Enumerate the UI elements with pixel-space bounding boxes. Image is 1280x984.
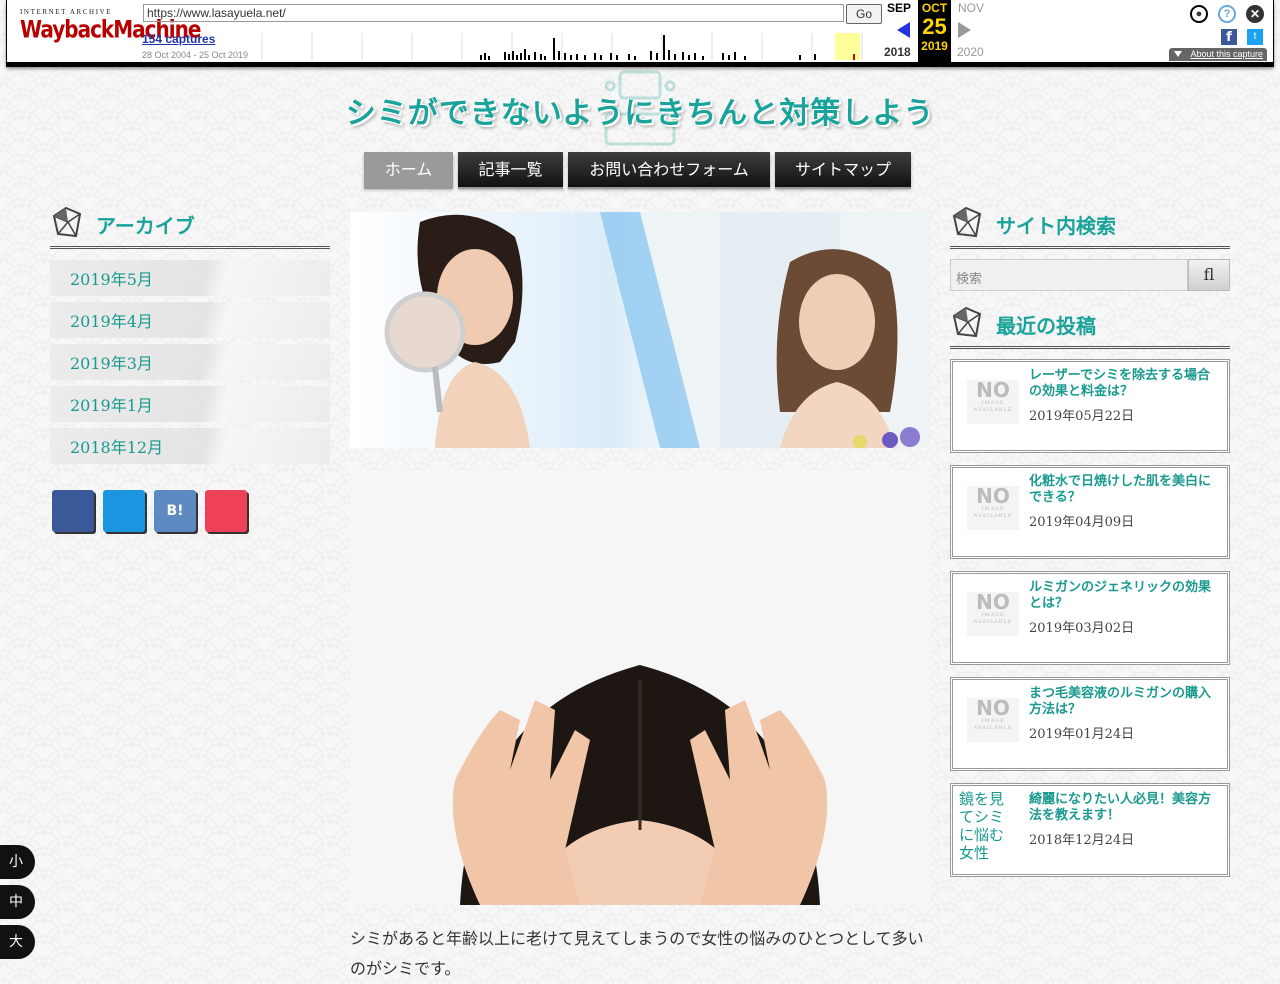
archive-item-label[interactable]: 2019年4月 <box>70 308 153 332</box>
archive-item-label[interactable]: 2019年1月 <box>70 392 153 416</box>
search-widget-heading: サイト内検索 <box>950 206 1230 249</box>
search-heading-text: サイト内検索 <box>996 214 1116 238</box>
user-icon[interactable]: ● <box>1190 5 1208 23</box>
wayback-prev-year[interactable]: 2018 <box>884 45 911 59</box>
wayback-sparkline[interactable] <box>254 33 882 60</box>
nav-article-list[interactable]: 記事一覧 <box>458 152 563 187</box>
gem-icon <box>952 306 982 338</box>
archive-item-label[interactable]: 2019年3月 <box>70 350 153 374</box>
wayback-go-button[interactable]: Go <box>846 4 882 24</box>
close-icon[interactable]: ✕ <box>1246 5 1264 23</box>
wayback-current-month: OCT <box>921 1 948 15</box>
archive-item-label[interactable]: 2018年12月 <box>70 434 163 458</box>
recent-post-date: 2019年03月02日 <box>1029 617 1134 636</box>
no-image-small: IMAGE AVAILABLE <box>973 400 1013 413</box>
recent-post-title[interactable]: レーザーでシミを除去する場合の効果と料金は？ <box>1029 368 1221 400</box>
nav-home[interactable]: ホーム <box>364 152 453 187</box>
font-size-small-button[interactable]: 小 <box>0 845 35 879</box>
no-image-big: NO <box>976 696 1010 720</box>
share-twitter-button[interactable] <box>103 490 145 532</box>
wayback-current-day: 25 <box>922 14 947 39</box>
wayback-logo[interactable]: INTERNET ARCHIVE WaybackMachine <box>20 8 201 50</box>
recent-post-title[interactable]: 化粧水で日焼けした肌を美白にできる？ <box>1029 474 1221 506</box>
recent-post[interactable]: NO IMAGE AVAILABLE ルミガンのジェネリックの効果とは？ 201… <box>950 571 1230 665</box>
recent-post-date: 2019年01月24日 <box>1029 723 1134 742</box>
wayback-prev-arrow-icon[interactable] <box>897 22 910 38</box>
hatena-icon: B! <box>166 503 184 519</box>
recent-post-title[interactable]: まつ毛美容液のルミガンの購入方法は？ <box>1029 686 1221 718</box>
site-title[interactable]: シミができないようにきちんと対策しよう <box>340 88 940 132</box>
recent-widget-heading: 最近の投稿 <box>950 306 1230 349</box>
archive-item[interactable]: 2018年12月 <box>50 428 330 464</box>
recent-post-title[interactable]: ルミガンのジェネリックの効果とは？ <box>1029 580 1221 612</box>
archive-item-label[interactable]: 2019年5月 <box>70 266 153 290</box>
facebook-icon[interactable]: f <box>1221 29 1237 45</box>
recent-post-title[interactable]: 綺麗になりたい人必見！美容方法を教えます！ <box>1029 792 1221 824</box>
search-input[interactable]: 検索 <box>950 259 1188 291</box>
share-hatena-button[interactable]: B! <box>154 490 196 532</box>
date-text: 2019年03月02日 <box>1029 621 1135 636</box>
recent-post-date: 2018年12月24日 <box>1029 829 1134 848</box>
archive-item[interactable]: 2019年4月 <box>50 302 330 338</box>
recent-heading-text: 最近の投稿 <box>996 314 1096 338</box>
wayback-capture-range: 28 Oct 2004 - 25 Oct 2019 <box>142 50 249 60</box>
wayback-logo-main: WaybackMachine <box>20 14 201 44</box>
wayback-current-date: OCT 25 2019 <box>918 0 951 62</box>
no-image-small: IMAGE AVAILABLE <box>973 718 1013 731</box>
archive-item[interactable]: 2019年5月 <box>50 260 330 296</box>
post-thumbnail-alt-text[interactable]: 鏡を見てシミに悩む女性 <box>959 790 1015 862</box>
recent-post-date: 2019年04月09日 <box>1029 511 1134 530</box>
no-image-big: NO <box>976 590 1010 614</box>
recent-post[interactable]: NO IMAGE AVAILABLE レーザーでシミを除去する場合の効果と料金は… <box>950 359 1230 453</box>
no-image-thumbnail[interactable]: NO IMAGE AVAILABLE <box>967 592 1019 636</box>
wayback-url-input[interactable]: https://www.lasayuela.net/ <box>143 4 844 22</box>
no-image-small: IMAGE AVAILABLE <box>973 612 1013 625</box>
no-image-thumbnail[interactable]: NO IMAGE AVAILABLE <box>967 486 1019 530</box>
font-size-large-button[interactable]: 大 <box>0 925 35 959</box>
date-text: 2018年12月24日 <box>1029 833 1135 848</box>
wayback-current-year: 2019 <box>921 39 948 53</box>
article-intro-text: シミがあると年齢以上に老けて見えてしまうので女性の悩みのひとつとして多いのがシミ… <box>350 929 924 978</box>
share-facebook-button[interactable] <box>52 490 94 532</box>
archive-widget-heading: アーカイブ <box>50 206 330 249</box>
no-image-thumbnail[interactable]: NO IMAGE AVAILABLE <box>967 698 1019 742</box>
no-image-small: IMAGE AVAILABLE <box>973 506 1013 519</box>
wayback-next-arrow-icon <box>958 22 971 38</box>
font-size-medium-button[interactable]: 中 <box>0 885 35 919</box>
nav-contact-form[interactable]: お問い合わせフォーム <box>568 152 770 187</box>
recent-post[interactable]: NO IMAGE AVAILABLE まつ毛美容液のルミガンの購入方法は？ 20… <box>950 677 1230 771</box>
no-image-big: NO <box>976 378 1010 402</box>
gem-icon <box>952 206 982 238</box>
archive-heading-text: アーカイブ <box>96 214 195 238</box>
date-text: 2019年01月24日 <box>1029 727 1135 742</box>
date-text: 2019年04月09日 <box>1029 515 1135 530</box>
about-capture-button[interactable]: About this capture <box>1169 48 1267 61</box>
recent-post[interactable]: 鏡を見てシミに悩む女性 綺麗になりたい人必見！美容方法を教えます！ 2018年1… <box>950 783 1230 877</box>
archive-item[interactable]: 2019年1月 <box>50 386 330 422</box>
archive-item[interactable]: 2019年3月 <box>50 344 330 380</box>
recent-post[interactable]: NO IMAGE AVAILABLE 化粧水で日焼けした肌を美白にできる？ 20… <box>950 465 1230 559</box>
no-image-thumbnail[interactable]: NO IMAGE AVAILABLE <box>967 380 1019 424</box>
wayback-next-month: NOV <box>958 1 985 15</box>
gem-icon <box>52 206 82 238</box>
hero-image <box>350 212 930 448</box>
nav-sitemap[interactable]: サイトマップ <box>775 152 911 187</box>
article-image <box>350 470 930 905</box>
share-pocket-button[interactable] <box>205 490 247 532</box>
wayback-next-year: 2020 <box>957 45 984 59</box>
search-button[interactable]: fl <box>1188 259 1230 291</box>
twitter-icon[interactable]: t <box>1247 29 1263 45</box>
no-image-big: NO <box>976 484 1010 508</box>
recent-post-date: 2019年05月22日 <box>1029 405 1134 424</box>
wayback-captures-link[interactable]: 154 captures <box>142 32 215 46</box>
date-text: 2019年05月22日 <box>1029 409 1135 424</box>
wayback-toolbar: INTERNET ARCHIVE WaybackMachine https://… <box>6 0 1274 67</box>
help-icon[interactable]: ? <box>1218 5 1236 23</box>
wayback-prev-month[interactable]: SEP <box>887 1 911 15</box>
